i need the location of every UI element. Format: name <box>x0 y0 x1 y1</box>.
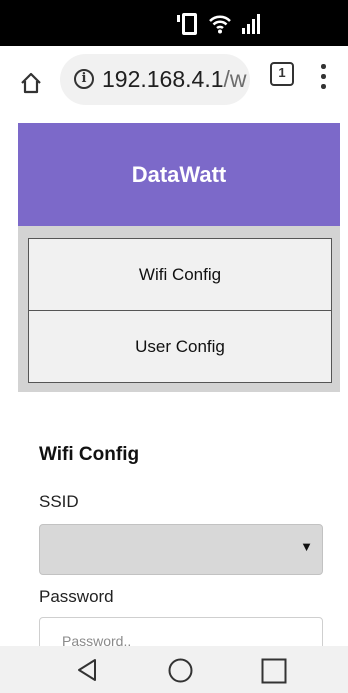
recents-icon[interactable] <box>261 658 287 684</box>
home-icon[interactable] <box>20 72 42 94</box>
url-text: 192.168.4.1/w <box>102 66 247 93</box>
nav-panel: Wifi Config User Config <box>18 226 340 392</box>
wifi-icon <box>208 14 232 34</box>
info-icon[interactable]: i <box>74 69 94 89</box>
url-path: /w <box>223 66 247 92</box>
system-nav-bar <box>0 646 348 693</box>
password-label: Password <box>39 587 114 606</box>
browser-toolbar: i 192.168.4.1/w 1 <box>0 46 348 113</box>
address-bar[interactable]: i 192.168.4.1/w <box>60 54 250 105</box>
page-title: DataWatt <box>131 162 227 187</box>
section-title: Wifi Config <box>39 444 140 465</box>
ssid-select[interactable]: ▼ <box>39 524 323 575</box>
dropdown-arrow-icon: ▼ <box>300 539 313 554</box>
back-icon[interactable] <box>76 658 98 682</box>
home-circle-icon[interactable] <box>168 658 193 683</box>
status-icons <box>177 12 263 36</box>
status-bar <box>0 0 348 46</box>
ssid-label: SSID <box>39 492 79 511</box>
url-host: 192.168.4.1 <box>102 66 224 92</box>
phone-vibrate-icon <box>177 13 199 35</box>
page-header: DataWatt <box>18 123 340 226</box>
overflow-menu-icon[interactable] <box>316 64 330 90</box>
tabs-icon[interactable]: 1 <box>270 62 294 86</box>
user-config-button[interactable]: User Config <box>28 310 332 383</box>
signal-icon <box>241 13 263 35</box>
wifi-config-button[interactable]: Wifi Config <box>28 238 332 311</box>
